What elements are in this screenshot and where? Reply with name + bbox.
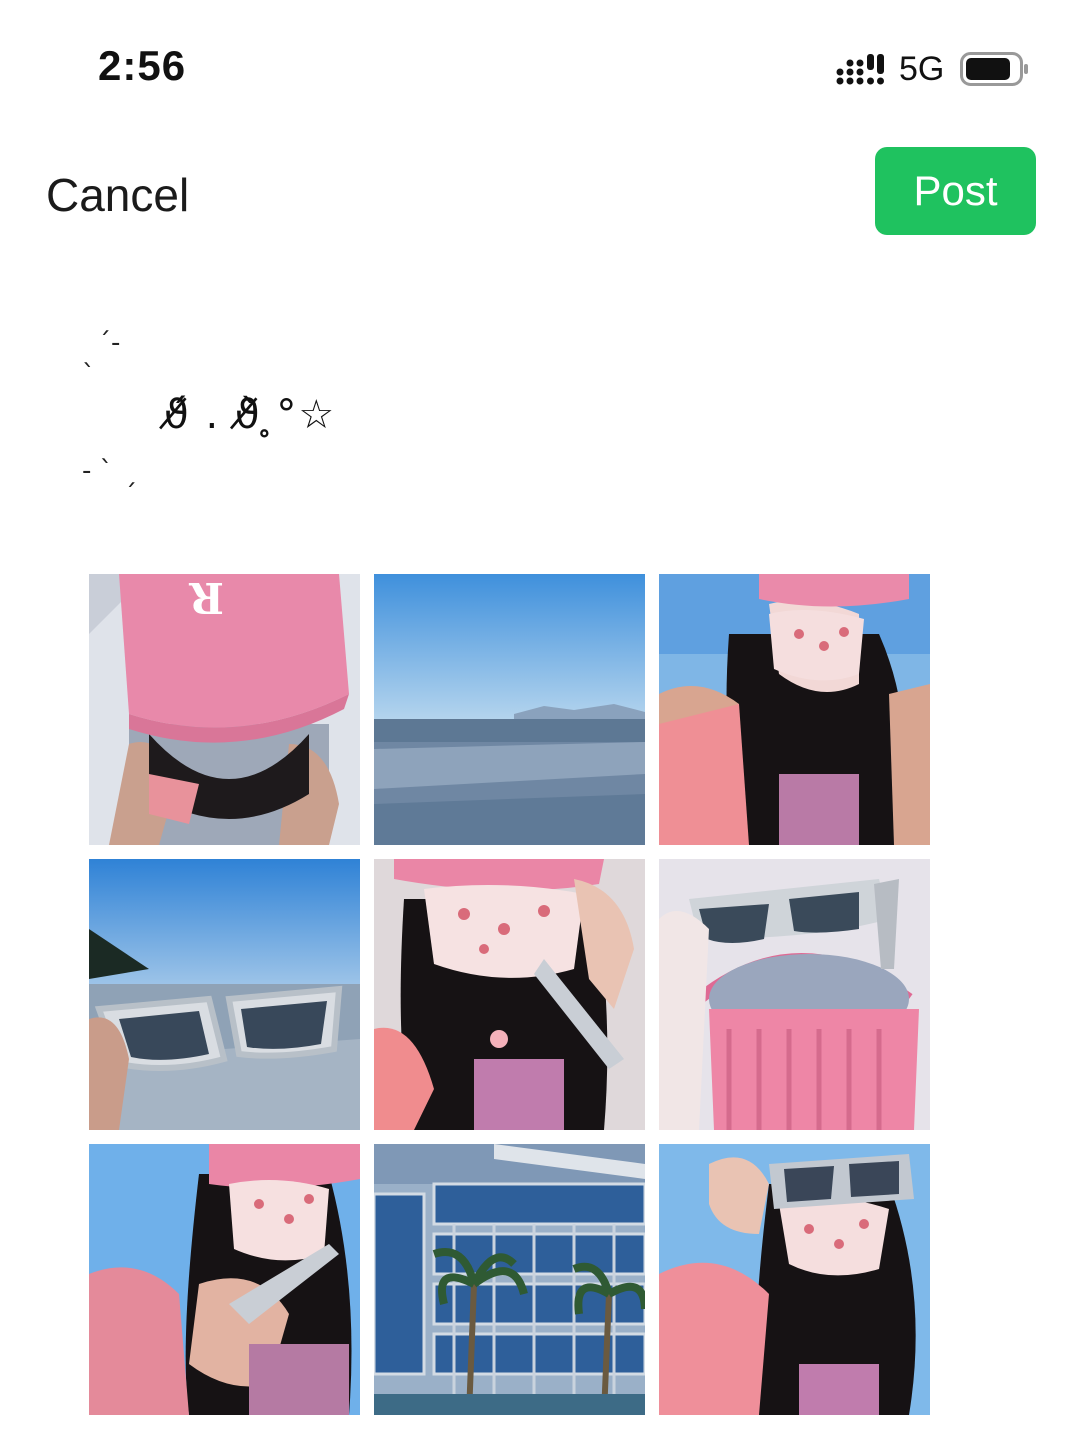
- signal-icon: [836, 54, 884, 85]
- photo-thumbnail[interactable]: [374, 1144, 645, 1415]
- network-type: 5G: [899, 50, 945, 88]
- svg-text:R: R: [188, 574, 224, 622]
- compose-header: Cancel Post: [0, 140, 1080, 250]
- photo-thumbnail[interactable]: R: [89, 574, 360, 845]
- cancel-button[interactable]: Cancel: [46, 168, 189, 222]
- photo-thumbnail[interactable]: [659, 574, 930, 845]
- post-caption[interactable]: ´- ` ϑ̸́ . ϑ̸̀ ̥°☆ - ` ´: [80, 320, 480, 520]
- status-bar: 2:56 5G: [0, 0, 1080, 130]
- status-time: 2:56: [98, 42, 187, 89]
- caption-main: ϑ̸́ . ϑ̸̀ ̥°☆: [164, 392, 337, 438]
- photo-thumbnail[interactable]: [659, 859, 930, 1130]
- photo-thumbnail[interactable]: [89, 1144, 360, 1415]
- photo-grid: R: [89, 574, 930, 1415]
- caption-line-1: ´-: [98, 328, 121, 358]
- photo-thumbnail[interactable]: [659, 1144, 930, 1415]
- photo-thumbnail[interactable]: [374, 859, 645, 1130]
- photo-thumbnail[interactable]: [374, 574, 645, 845]
- caption-line-4: - `: [82, 456, 113, 486]
- caption-line-5: ´: [124, 480, 137, 510]
- battery-icon: [960, 52, 1028, 86]
- post-button[interactable]: Post: [875, 147, 1036, 235]
- photo-thumbnail[interactable]: [89, 859, 360, 1130]
- caption-line-2: `: [82, 360, 95, 390]
